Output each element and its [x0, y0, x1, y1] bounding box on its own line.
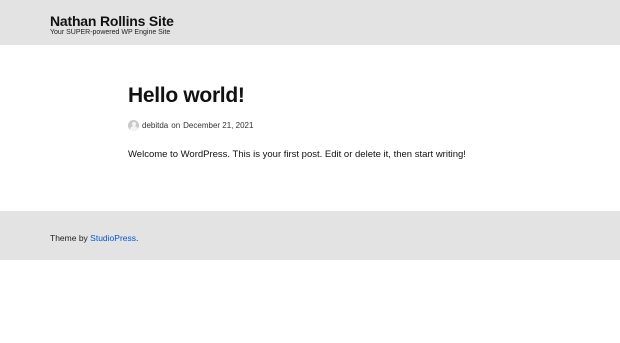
footer-credit: Theme by StudioPress. [50, 233, 138, 243]
post-content: Welcome to WordPress. This is your first… [128, 149, 466, 160]
post-date-link[interactable]: December 21, 2021 [183, 121, 253, 130]
avatar-icon [128, 119, 139, 131]
post-title[interactable]: Hello world! [128, 84, 508, 108]
site-description: Your SUPER-powered WP Engine Site [50, 29, 171, 36]
studiopress-link[interactable]: StudioPress [90, 233, 136, 243]
site-footer: Theme by StudioPress. [0, 211, 620, 260]
post-author-link[interactable]: debitda [142, 121, 168, 130]
site-header: Nathan Rollins Site Your SUPER-powered W… [0, 0, 620, 45]
site-title-link[interactable]: Nathan Rollins Site [50, 13, 174, 29]
post-meta: debitda on December 21, 2021 [128, 119, 508, 131]
footer-theme-suffix: . [136, 233, 139, 243]
meta-on-text: on [171, 120, 181, 130]
post-entry: Hello world! debitda on December 21, 202… [128, 84, 508, 161]
footer-theme-prefix: Theme by [50, 233, 88, 243]
